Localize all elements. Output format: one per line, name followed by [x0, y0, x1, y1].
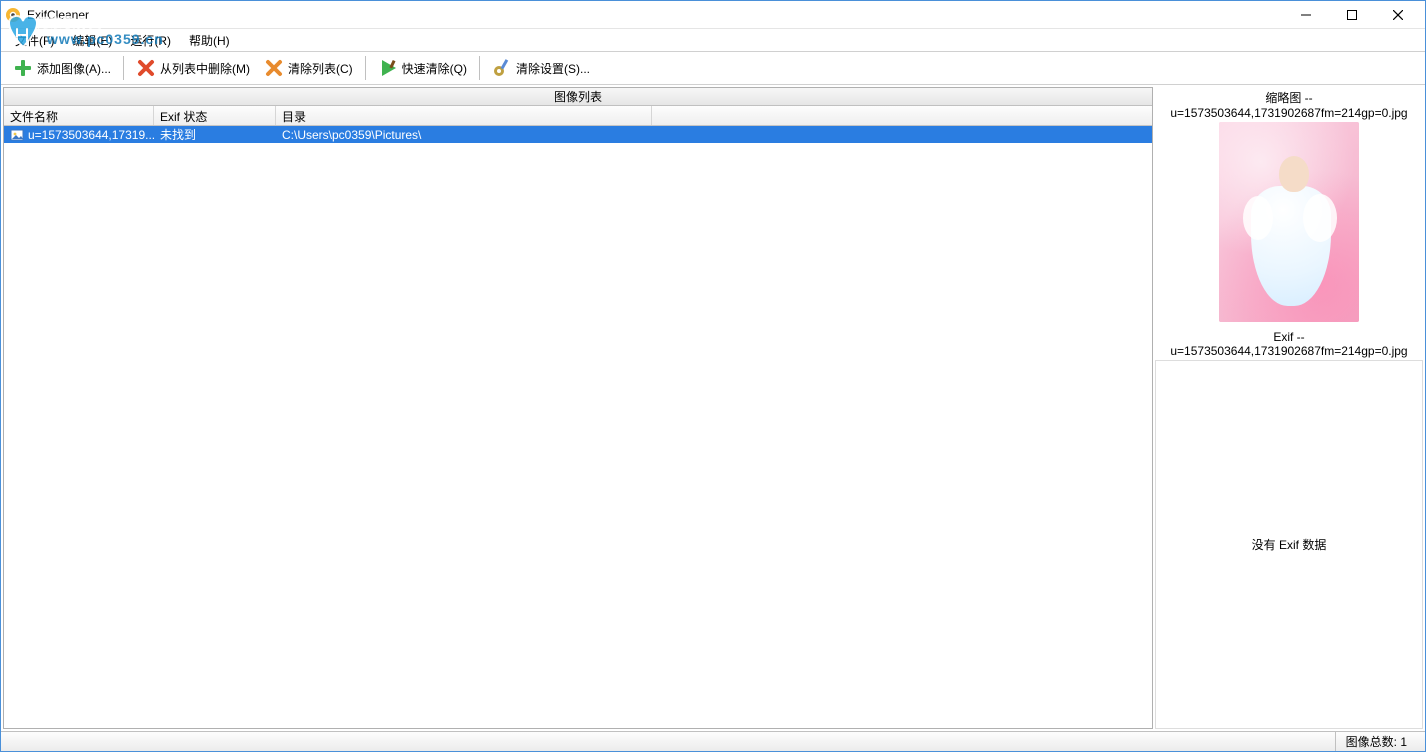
- column-filename[interactable]: 文件名称: [4, 106, 154, 125]
- thumbnail-image: [1219, 122, 1359, 322]
- app-window: 河东软件园 www.pc0359.cn ExifCleaner 文件(F) 编辑…: [0, 0, 1426, 752]
- status-total-images: 图像总数: 1: [1335, 732, 1417, 751]
- toolbar-separator: [123, 56, 124, 80]
- add-image-label: 添加图像(A)...: [37, 60, 111, 77]
- table-row[interactable]: u=1573503644,17319... 未找到 C:\Users\pc035…: [4, 126, 1152, 143]
- app-icon: [5, 7, 21, 23]
- quick-clean-label: 快速清除(Q): [402, 60, 467, 77]
- app-title: ExifCleaner: [27, 8, 89, 22]
- main-body: 图像列表 文件名称 Exif 状态 目录 u=1573503644,17319.…: [1, 85, 1425, 731]
- menu-help[interactable]: 帮助(H): [181, 30, 238, 51]
- clean-settings-label: 清除设置(S)...: [516, 60, 590, 77]
- preview-pane: 缩略图 -- u=1573503644,1731902687fm=214gp=0…: [1155, 87, 1423, 729]
- clear-list-label: 清除列表(C): [288, 60, 353, 77]
- cell-directory: C:\Users\pc0359\Pictures\: [276, 128, 1152, 142]
- maximize-button[interactable]: [1329, 1, 1375, 29]
- column-headers: 文件名称 Exif 状态 目录: [4, 106, 1152, 126]
- column-exif-status[interactable]: Exif 状态: [154, 106, 276, 125]
- exif-data-box: 没有 Exif 数据: [1155, 360, 1423, 729]
- remove-from-list-label: 从列表中删除(M): [160, 60, 250, 77]
- close-button[interactable]: [1375, 1, 1421, 29]
- toolbar: 添加图像(A)... 从列表中删除(M) 清除列表(C) 快速清除(Q): [1, 51, 1425, 85]
- play-icon: [378, 58, 398, 78]
- plus-icon: [13, 58, 33, 78]
- statusbar: 图像总数: 1: [1, 731, 1425, 751]
- image-file-icon: [10, 128, 24, 142]
- image-list-rows[interactable]: u=1573503644,17319... 未找到 C:\Users\pc035…: [4, 126, 1152, 728]
- clean-settings-button[interactable]: 清除设置(S)...: [486, 55, 596, 81]
- thumbnail-caption: 缩略图 -- u=1573503644,1731902687fm=214gp=0…: [1155, 87, 1423, 122]
- quick-clean-button[interactable]: 快速清除(Q): [372, 55, 473, 81]
- cell-filename: u=1573503644,17319...: [28, 128, 154, 142]
- menubar: 文件(F) 编辑(E) 运行(R) 帮助(H): [1, 29, 1425, 51]
- image-list-pane: 图像列表 文件名称 Exif 状态 目录 u=1573503644,17319.…: [3, 87, 1153, 729]
- image-list-caption: 图像列表: [4, 88, 1152, 106]
- menu-edit[interactable]: 编辑(E): [64, 30, 120, 51]
- menu-file[interactable]: 文件(F): [7, 30, 62, 51]
- no-exif-text: 没有 Exif 数据: [1252, 536, 1327, 553]
- toolbar-separator: [365, 56, 366, 80]
- toolbar-separator: [479, 56, 480, 80]
- clear-list-button[interactable]: 清除列表(C): [258, 55, 359, 81]
- add-image-button[interactable]: 添加图像(A)...: [7, 55, 117, 81]
- gear-brush-icon: [492, 58, 512, 78]
- menu-run[interactable]: 运行(R): [122, 30, 179, 51]
- column-directory[interactable]: 目录: [276, 106, 652, 125]
- minimize-button[interactable]: [1283, 1, 1329, 29]
- column-extra[interactable]: [652, 106, 1152, 125]
- exif-caption: Exif -- u=1573503644,1731902687fm=214gp=…: [1155, 328, 1423, 360]
- x-orange-icon: [264, 58, 284, 78]
- cell-exif-status: 未找到: [154, 126, 276, 143]
- x-red-icon: [136, 58, 156, 78]
- remove-from-list-button[interactable]: 从列表中删除(M): [130, 55, 256, 81]
- titlebar: ExifCleaner: [1, 1, 1425, 29]
